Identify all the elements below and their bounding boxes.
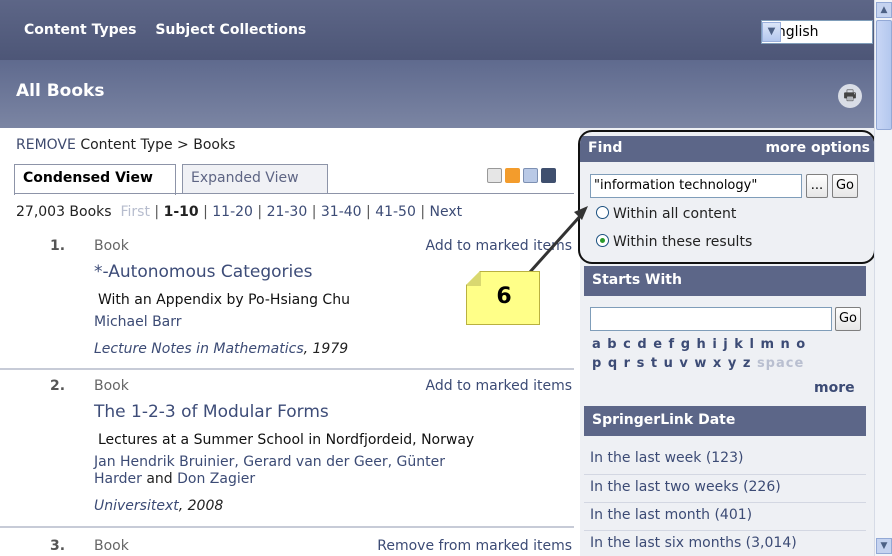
callout-arrow <box>528 206 588 274</box>
callout-number: 6 <box>496 284 512 309</box>
callout-note: 6 <box>466 271 540 325</box>
